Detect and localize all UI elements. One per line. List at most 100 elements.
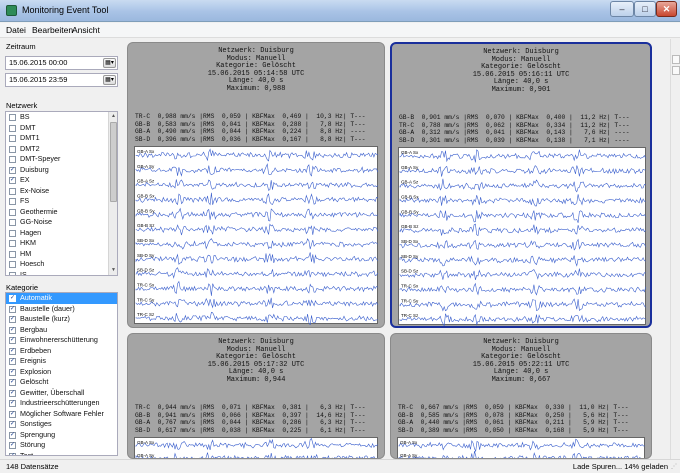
checkbox-unchecked-icon[interactable] [9, 198, 16, 205]
netzwerk-item[interactable]: Hoesch [6, 259, 117, 270]
menu-ansicht[interactable]: Ansicht [72, 25, 100, 35]
netzwerk-item[interactable]: Geothermie [6, 207, 117, 218]
waveform-traces[interactable]: GB-A Sx GB-A Sy GB-A Sz GB-B Sx GB-B Sy GB-B … [134, 146, 379, 325]
waveform-traces[interactable]: GB-A Sx GB-A Sy [397, 437, 645, 458]
menu-datei[interactable]: Datei [6, 25, 26, 35]
event-panel[interactable]: Netzwerk: Duisburg Modus: Manuell Kategori… [390, 333, 652, 459]
netzwerk-item[interactable]: DMT-Speyer [6, 154, 117, 165]
kategorie-item[interactable]: ✓ Test [6, 451, 117, 455]
checkbox-unchecked-icon[interactable] [9, 219, 16, 226]
checkbox-checked-icon[interactable]: ✓ [9, 442, 16, 449]
event-panel[interactable]: Netzwerk: Duisburg Modus: Manuell Kategori… [127, 42, 385, 328]
checkbox-checked-icon[interactable]: ✓ [9, 389, 16, 397]
checkbox-checked-icon[interactable]: ✓ [9, 421, 16, 428]
trace-label: SB-D Sy [137, 253, 155, 258]
resize-grip-icon[interactable]: ⋰ [671, 463, 679, 471]
kategorie-item[interactable]: ✓ Baustelle (dauer) [6, 304, 117, 315]
calendar-dropdown-icon[interactable]: ▦▾ [103, 75, 116, 85]
netzwerk-item[interactable]: ✓ Duisburg [6, 165, 117, 176]
checkbox-unchecked-icon[interactable] [9, 187, 16, 195]
waveform-traces[interactable]: GB-A Sx GB-A Sy [134, 437, 379, 458]
scroll-up-icon[interactable]: ▲ [109, 112, 117, 121]
checkbox-unchecked-icon[interactable] [9, 145, 16, 153]
minimize-button[interactable]: – [610, 1, 634, 17]
waveform-traces[interactable]: GB-A Sx GB-A Sy GB-A Sz GB-B Sx GB-B Sy GB-B … [398, 147, 646, 326]
kategorie-listbox[interactable]: ✓ Automatik ✓ Baustelle (dauer) ✓ Baustelle (… [5, 292, 118, 456]
netzwerk-item[interactable]: IS [6, 270, 117, 275]
checkbox-checked-icon[interactable]: ✓ [9, 358, 16, 365]
checkbox-unchecked-icon[interactable] [9, 229, 16, 237]
menu-bearbeiten[interactable]: Bearbeiten [32, 25, 73, 35]
kategorie-item[interactable]: ✓ Erdbeben [6, 346, 117, 357]
checkbox-checked-icon[interactable]: ✓ [9, 316, 16, 323]
kategorie-item[interactable]: ✓ Bergbau [6, 325, 117, 336]
kategorie-item[interactable]: ✓ Sprengung [6, 430, 117, 441]
checkbox-checked-icon[interactable]: ✓ [9, 305, 16, 313]
netzwerk-item[interactable]: Hagen [6, 228, 117, 239]
maximize-button[interactable]: □ [634, 1, 656, 17]
checkbox-unchecked-icon[interactable] [9, 261, 16, 268]
checkbox-unchecked-icon[interactable] [9, 208, 16, 216]
side-tool-button[interactable] [672, 66, 680, 75]
app-icon [6, 5, 17, 16]
netzwerk-item[interactable]: ✓ EX [6, 175, 117, 186]
scroll-down-icon[interactable]: ▼ [109, 266, 117, 275]
trace-label: GB-B Sy [401, 209, 419, 214]
scroll-thumb[interactable] [110, 122, 117, 202]
netzwerk-item[interactable]: HM [6, 249, 117, 260]
kategorie-item[interactable]: ✓ Automatik [6, 293, 117, 304]
checkbox-checked-icon[interactable]: ✓ [9, 166, 16, 174]
kategorie-item[interactable]: ✓ Explosion [6, 367, 117, 378]
netzwerk-listbox[interactable]: BS DMT DMT1 DMT2 DMT-Speyer ✓ Duisburg ✓ EX Ex-No… [5, 111, 118, 276]
netzwerk-scrollbar[interactable]: ▲ ▼ [108, 112, 117, 275]
netzwerk-item[interactable]: BS [6, 112, 117, 123]
checkbox-checked-icon[interactable]: ✓ [9, 337, 16, 344]
netzwerk-item[interactable]: HKM [6, 238, 117, 249]
checkbox-checked-icon[interactable]: ✓ [9, 400, 16, 407]
checkbox-unchecked-icon[interactable] [9, 124, 16, 132]
kategorie-item[interactable]: ✓ Gelöscht [6, 377, 117, 388]
waveform-trace [399, 194, 646, 207]
kategorie-item[interactable]: ✓ Möglicher Software Fehler [6, 409, 117, 420]
checkbox-unchecked-icon[interactable] [9, 240, 16, 247]
checkbox-checked-icon[interactable]: ✓ [9, 379, 16, 386]
waveform-svg: GB-A Sx GB-A Sy GB-A Sz GB-B Sx GB-B Sy GB-B … [399, 149, 646, 326]
checkbox-checked-icon[interactable]: ✓ [9, 368, 16, 376]
event-panel[interactable]: Netzwerk: Duisburg Modus: Manuell Kategori… [127, 333, 385, 459]
checkbox-checked-icon[interactable]: ✓ [9, 326, 16, 334]
checkbox-unchecked-icon[interactable] [9, 135, 16, 142]
kategorie-item[interactable]: ✓ Ereignis [6, 356, 117, 367]
checkbox-unchecked-icon[interactable] [9, 250, 16, 258]
netzwerk-item-label: Duisburg [20, 164, 49, 174]
netzwerk-item[interactable]: Ex-Noise [6, 186, 117, 197]
kategorie-item[interactable]: ✓ Baustelle (kurz) [6, 314, 117, 325]
kategorie-item[interactable]: ✓ Industrieerschütterungen [6, 398, 117, 409]
netzwerk-item[interactable]: DMT [6, 123, 117, 134]
checkbox-checked-icon[interactable]: ✓ [9, 295, 16, 302]
date-to-picker[interactable]: 15.06.2015 23:59 ▦▾ [5, 73, 118, 87]
kategorie-item[interactable]: ✓ Sonstiges [6, 419, 117, 430]
checkbox-checked-icon[interactable]: ✓ [9, 347, 16, 355]
checkbox-checked-icon[interactable]: ✓ [9, 410, 16, 418]
netzwerk-item[interactable]: GG-Noise [6, 217, 117, 228]
trace-label: GB-A Sx [401, 150, 419, 155]
close-button[interactable]: ✕ [656, 1, 677, 17]
kategorie-item-label: Explosion [20, 366, 52, 376]
netzwerk-item[interactable]: FS [6, 196, 117, 207]
right-scrollbar[interactable] [670, 39, 680, 459]
kategorie-item[interactable]: ✓ Gewitter, Überschall [6, 388, 117, 399]
checkbox-unchecked-icon[interactable] [9, 156, 16, 163]
checkbox-checked-icon[interactable]: ✓ [9, 431, 16, 439]
checkbox-unchecked-icon[interactable] [9, 114, 16, 121]
side-tool-button[interactable] [672, 55, 680, 64]
netzwerk-item[interactable]: DMT2 [6, 144, 117, 155]
kategorie-item[interactable]: ✓ Einwohnererschütterung [6, 335, 117, 346]
checkbox-unchecked-icon[interactable] [9, 271, 16, 275]
netzwerk-item[interactable]: DMT1 [6, 133, 117, 144]
event-panel-selected[interactable]: Netzwerk: Duisburg Modus: Manuell Kategori… [390, 42, 652, 328]
checkbox-checked-icon[interactable]: ✓ [9, 452, 16, 455]
kategorie-item[interactable]: ✓ Störung [6, 440, 117, 451]
date-from-picker[interactable]: 15.06.2015 00:00 ▦▾ [5, 56, 118, 70]
checkbox-checked-icon[interactable]: ✓ [9, 177, 16, 184]
calendar-dropdown-icon[interactable]: ▦▾ [103, 58, 116, 68]
